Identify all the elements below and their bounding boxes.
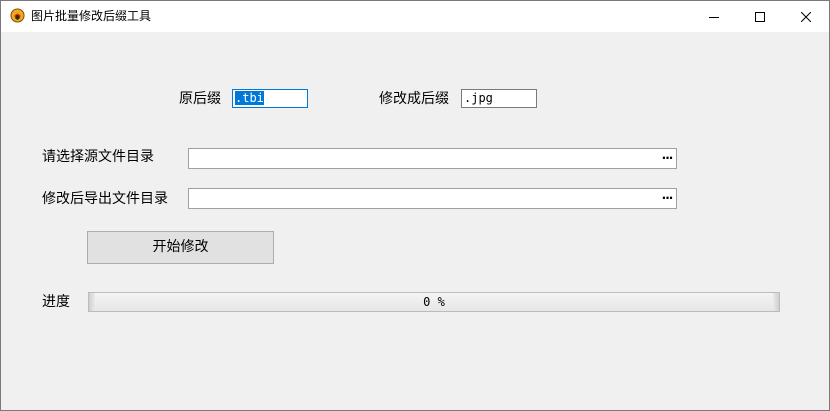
app-window: 图片批量修改后缀工具 原后缀 .tbi 修改成后缀 .jpg 请选择源文件目录 [0, 0, 830, 411]
original-suffix-input[interactable]: .tbi [232, 89, 308, 108]
source-dir-value [189, 150, 192, 164]
minimize-button[interactable] [691, 1, 737, 32]
title-bar[interactable]: 图片批量修改后缀工具 [1, 1, 829, 32]
maximize-button[interactable] [737, 1, 783, 32]
new-suffix-value: .jpg [464, 91, 493, 105]
start-button[interactable]: 开始修改 [87, 231, 274, 264]
output-dir-browse-button[interactable]: ··· [660, 191, 674, 206]
window-title: 图片批量修改后缀工具 [31, 9, 152, 23]
close-button[interactable] [783, 1, 829, 32]
ellipsis-icon: ··· [661, 191, 674, 205]
new-suffix-label: 修改成后缀 [379, 91, 449, 107]
output-dir-value [189, 190, 192, 204]
progress-label: 进度 [42, 294, 70, 310]
source-dir-label: 请选择源文件目录 [42, 149, 154, 165]
source-dir-browse-button[interactable]: ··· [660, 151, 674, 166]
minimize-icon [709, 16, 719, 18]
main-panel: 原后缀 .tbi 修改成后缀 .jpg 请选择源文件目录 ··· 修改后导出文件… [1, 32, 829, 410]
app-icon [10, 8, 25, 23]
output-dir-input[interactable]: ··· [188, 188, 677, 209]
ellipsis-icon: ··· [661, 151, 674, 165]
original-suffix-value: .tbi [235, 91, 264, 105]
output-dir-label: 修改后导出文件目录 [42, 191, 168, 207]
original-suffix-label: 原后缀 [179, 91, 221, 107]
progress-bar: 0 % [88, 292, 780, 312]
maximize-icon [755, 11, 765, 22]
new-suffix-input[interactable]: .jpg [461, 89, 537, 108]
progress-text: 0 % [423, 295, 445, 309]
close-icon [801, 11, 811, 22]
source-dir-input[interactable]: ··· [188, 148, 677, 169]
